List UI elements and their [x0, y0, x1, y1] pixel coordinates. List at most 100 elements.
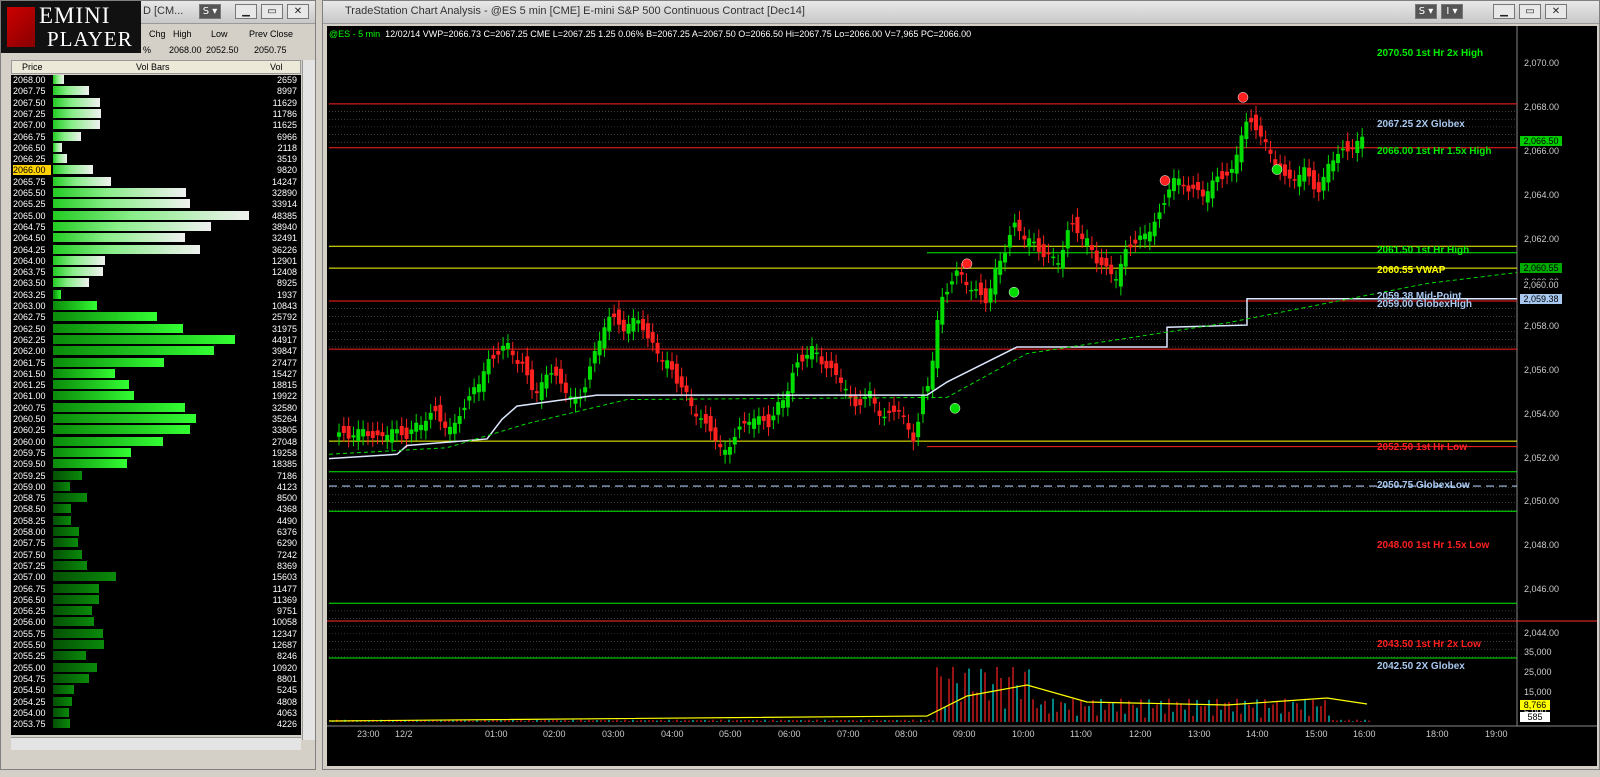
col-vol-header[interactable]: Vol: [270, 62, 283, 72]
table-row[interactable]: 2057.50 7242: [11, 549, 301, 560]
row-price: 2063.50: [13, 278, 46, 289]
col-volbars-header[interactable]: Vol Bars: [136, 62, 170, 72]
chart-titlebar[interactable]: TradeStation Chart Analysis - @ES 5 min …: [323, 1, 1599, 24]
candle-body: [1350, 147, 1355, 150]
vertical-scrollbar[interactable]: [302, 60, 315, 740]
table-row[interactable]: 2061.75 27477: [11, 357, 301, 368]
table-row[interactable]: 2055.75 12347: [11, 628, 301, 639]
table-row[interactable]: 2059.25 7186: [11, 470, 301, 481]
table-row[interactable]: 2067.75 8997: [11, 86, 301, 96]
table-row[interactable]: 2057.25 8369: [11, 560, 301, 571]
table-row[interactable]: 2062.75 25792: [11, 312, 301, 322]
table-row[interactable]: 2066.50 2118: [11, 142, 301, 153]
maximize-button[interactable]: ▭: [1519, 4, 1541, 19]
table-row[interactable]: 2060.50 35264: [11, 414, 301, 424]
table-row[interactable]: 2066.00 9820: [11, 165, 301, 176]
chart-area[interactable]: @ES - 5 min 12/02/14 VWP=2066.73 C=2067.…: [327, 26, 1597, 766]
table-row[interactable]: 2055.25 8246: [11, 651, 301, 661]
candle-body: [626, 324, 631, 334]
level-label: 2066.00 1st Hr 1.5x High: [1377, 146, 1492, 158]
table-row[interactable]: 2058.75 8500: [11, 493, 301, 503]
table-row[interactable]: 2064.75 38940: [11, 221, 301, 232]
table-row[interactable]: 2064.00 12901: [11, 255, 301, 266]
table-row[interactable]: 2058.00 6376: [11, 527, 301, 537]
time-axis-label: 01:00: [485, 729, 508, 739]
table-row[interactable]: 2062.25 44917: [11, 334, 301, 345]
candle-body: [834, 363, 839, 375]
row-vol: 4123: [276, 481, 297, 492]
close-button[interactable]: ✕: [287, 4, 309, 19]
table-row[interactable]: 2060.25 33805: [11, 425, 301, 435]
maximize-button[interactable]: ▭: [261, 4, 283, 19]
candle-body: [1147, 231, 1152, 242]
table-row[interactable]: 2055.50 12687: [11, 640, 301, 650]
row-price: 2066.00: [13, 165, 51, 176]
table-row[interactable]: 2054.00 4063: [11, 707, 301, 718]
table-row[interactable]: 2056.50 11369: [11, 594, 301, 605]
table-row[interactable]: 2057.75 6290: [11, 538, 301, 548]
close-button[interactable]: ✕: [1545, 4, 1567, 19]
table-row[interactable]: 2067.00 11625: [11, 120, 301, 130]
table-row[interactable]: 2061.25 18815: [11, 380, 301, 390]
candle-body: [510, 350, 515, 356]
table-row[interactable]: 2063.00 10843: [11, 301, 301, 311]
s-menu-button[interactable]: S ▾: [1415, 4, 1437, 19]
candle-body: [1287, 169, 1292, 179]
table-row[interactable]: 2059.75 19258: [11, 447, 301, 458]
table-row[interactable]: 2056.75 11477: [11, 583, 301, 594]
table-row[interactable]: 2065.00 48385: [11, 210, 301, 221]
candle-body: [375, 430, 380, 436]
price-tag: 2,066.50: [1520, 136, 1562, 147]
table-row[interactable]: 2066.25 3519: [11, 154, 301, 164]
table-row[interactable]: 2065.75 14247: [11, 176, 301, 187]
table-row[interactable]: 2057.00 15603: [11, 572, 301, 582]
table-row[interactable]: 2066.75 6966: [11, 131, 301, 142]
table-row[interactable]: 2062.00 39847: [11, 346, 301, 356]
sell-signal-icon: [1159, 175, 1171, 186]
s-menu-button[interactable]: S ▾: [199, 4, 221, 19]
table-row[interactable]: 2063.50 8925: [11, 278, 301, 288]
table-row[interactable]: 2053.75 4226: [11, 719, 301, 729]
table-row[interactable]: 2059.50 18385: [11, 459, 301, 469]
table-row[interactable]: 2055.00 10920: [11, 662, 301, 673]
minimize-button[interactable]: ▁: [235, 4, 257, 19]
logo-line2: PLAYER: [47, 27, 133, 51]
price-chart-svg[interactable]: [327, 26, 1597, 766]
table-row[interactable]: 2063.75 12408: [11, 267, 301, 277]
candle-body: [698, 418, 703, 420]
row-vol-bar: [53, 131, 82, 141]
candle-body: [404, 427, 409, 439]
table-row[interactable]: 2054.50 5245: [11, 685, 301, 695]
level-label: 2059.00 GlobexHigh: [1377, 299, 1473, 311]
horizontal-scrollbar[interactable]: [11, 737, 301, 750]
volume-profile-table[interactable]: 2068.00 2659 2067.75 8997 2067.50 11629 2067.2…: [11, 75, 301, 735]
row-price: 2056.00: [13, 617, 46, 628]
minimize-button[interactable]: ▁: [1493, 4, 1515, 19]
table-row[interactable]: 2063.25 1937: [11, 289, 301, 300]
table-row[interactable]: 2062.50 31975: [11, 323, 301, 334]
table-row[interactable]: 2064.50 32491: [11, 233, 301, 243]
table-row[interactable]: 2068.00 2659: [11, 75, 301, 85]
table-row[interactable]: 2060.75 32580: [11, 402, 301, 413]
table-row[interactable]: 2058.50 4368: [11, 504, 301, 514]
table-row[interactable]: 2056.25 9751: [11, 606, 301, 616]
row-vol-bar: [53, 696, 73, 706]
table-row[interactable]: 2058.25 4490: [11, 515, 301, 526]
table-row[interactable]: 2061.50 15427: [11, 368, 301, 379]
row-vol: 5245: [276, 685, 297, 696]
table-row[interactable]: 2065.50 32890: [11, 188, 301, 198]
table-row[interactable]: 2064.25 36226: [11, 244, 301, 255]
candle-body: [438, 404, 443, 422]
col-price-header[interactable]: Price: [22, 62, 43, 72]
table-row[interactable]: 2065.25 33914: [11, 199, 301, 209]
table-row[interactable]: 2059.00 4123: [11, 481, 301, 492]
table-row[interactable]: 2060.00 27048: [11, 436, 301, 447]
i-menu-button[interactable]: I ▾: [1441, 4, 1463, 19]
table-row[interactable]: 2056.00 10058: [11, 617, 301, 627]
candle-body: [1099, 257, 1104, 266]
table-row[interactable]: 2054.25 4808: [11, 696, 301, 707]
table-row[interactable]: 2067.25 11786: [11, 108, 301, 119]
table-row[interactable]: 2067.50 11629: [11, 97, 301, 108]
table-row[interactable]: 2054.75 8801: [11, 673, 301, 684]
table-row[interactable]: 2061.00 19922: [11, 391, 301, 401]
